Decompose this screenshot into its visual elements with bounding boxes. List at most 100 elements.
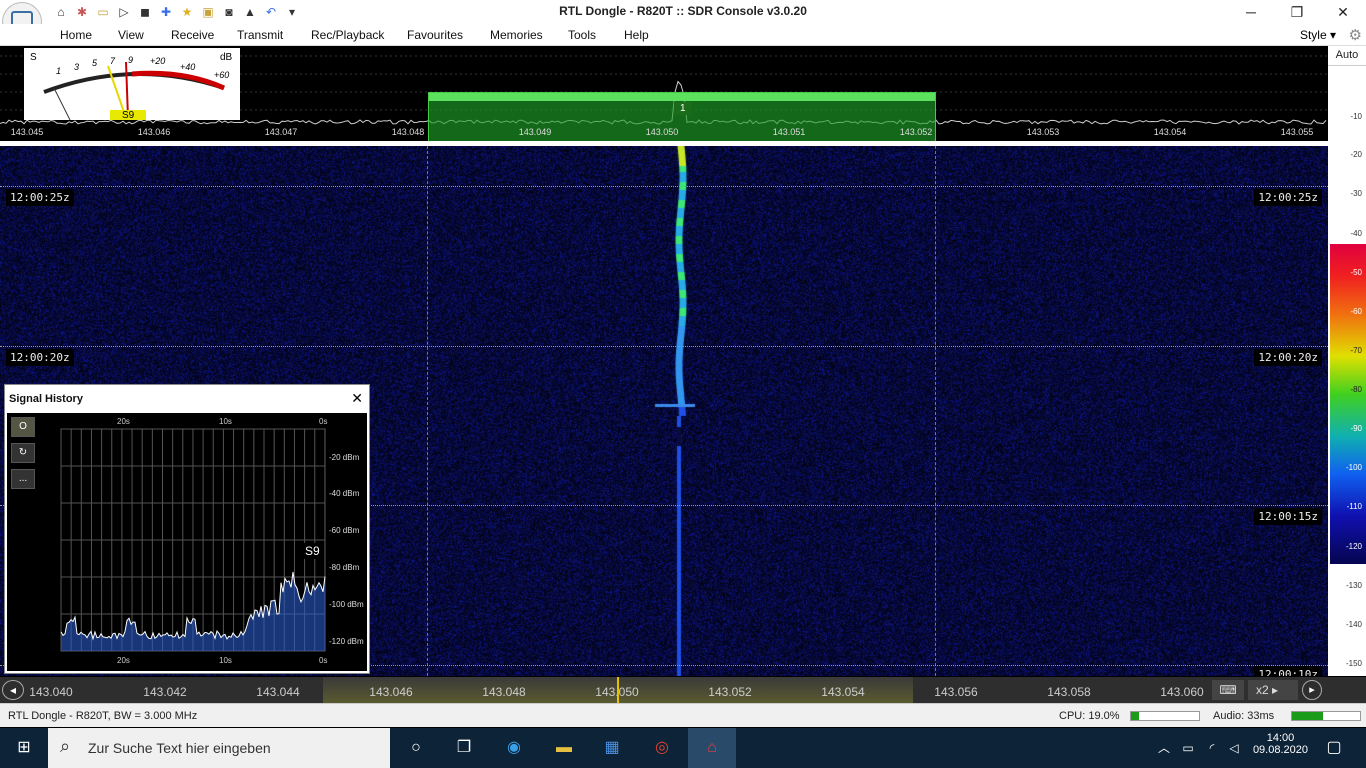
db-label: -40 [1328,229,1366,238]
db-label: -120 [1328,542,1366,551]
timestamp-right: 12:00:15z [1254,508,1322,525]
wifi-icon[interactable]: ◜ [1200,736,1224,760]
signal-history-graph [7,413,367,671]
freq-tick: 143.054 [1154,127,1187,137]
style-menu[interactable]: Style ▾ [1300,28,1336,42]
tuning-freq: 143.060 [1160,685,1203,699]
menu-transmit[interactable]: Transmit [237,28,283,42]
scroll-right-button[interactable]: ▸ [1302,680,1322,700]
s-scale-5: 5 [92,58,97,68]
db-label: -90 [1328,424,1366,433]
db-label: -110 [1328,502,1366,511]
db-label: -140 [1328,620,1366,629]
zoom-button[interactable]: x2 ▸ [1248,680,1298,700]
spectrum-frequency-axis: 143.045 143.046 143.047 143.048 143.049 … [0,126,1328,140]
menu-view[interactable]: View [118,28,144,42]
db-label: -20 [1328,150,1366,159]
scroll-left-button[interactable]: ◂ [2,680,24,700]
dbm-tick: -120 dBm [329,637,364,646]
battery-icon[interactable]: ▭ [1176,736,1200,760]
volume-muted-icon[interactable]: ◁ [1222,736,1246,760]
timestamp-right: 12:00:25z [1254,189,1322,206]
restore-button[interactable]: ❐ [1274,0,1320,24]
tuning-freq: 143.048 [482,685,525,699]
dbm-tick: -80 dBm [329,563,359,572]
tuning-freq: 143.044 [256,685,299,699]
chrome-icon[interactable]: ◎ [650,736,674,760]
tuning-freq: 143.052 [708,685,751,699]
db-label: -70 [1328,346,1366,355]
dbm-tick: -40 dBm [329,489,359,498]
passband-number: 1 [674,102,692,115]
close-button[interactable]: ✕ [1320,0,1366,24]
freq-tick: 143.051 [773,127,806,137]
time-tick: 0s [319,656,327,665]
time-tick: 10s [219,417,232,426]
windows-start-icon[interactable]: ⊞ [12,736,36,760]
cortana-icon[interactable]: ○ [404,736,428,760]
signal-history-panel: Signal History ✕ O ↻ ... 20s 10s 0s 20s … [4,384,370,674]
db-label: -10 [1328,112,1366,121]
dbm-tick: -100 dBm [329,600,364,609]
minimize-button[interactable]: ─ [1228,0,1274,24]
audio-meter-fill [1292,712,1323,720]
passband-edge-right [935,146,936,676]
search-placeholder: Zur Suche Text hier eingeben [88,740,271,756]
s-scale-9: 9 [128,55,133,65]
search-icon: ⌕ [60,736,70,757]
tuning-freq: 143.040 [29,685,72,699]
dbm-tick: -60 dBm [329,526,359,535]
db-label: -50 [1328,268,1366,277]
file-explorer-icon[interactable]: ▬ [552,736,576,760]
menu-favourites[interactable]: Favourites [407,28,463,42]
close-icon[interactable]: ✕ [351,390,363,407]
time-tick: 10s [219,656,232,665]
cpu-status: CPU: 19.0% [1059,710,1120,722]
s-meter: S dB 1 3 5 7 9 +20 +40 +60 S9 [24,48,240,120]
tuning-bar[interactable]: ◂ 143.040 143.042 143.044 143.046 143.04… [0,677,1366,703]
store-icon[interactable]: ▦ [600,736,624,760]
freq-tick: 143.052 [900,127,933,137]
tuning-freq: 143.054 [821,685,864,699]
tuning-freq: 143.058 [1047,685,1090,699]
color-scale-bar [1330,244,1366,564]
db-label: -30 [1328,189,1366,198]
menu-rec-playback[interactable]: Rec/Playback [311,28,384,42]
timestamp-right: 12:00:20z [1254,349,1322,366]
keyboard-icon[interactable]: ⌨ [1212,680,1244,700]
menu-memories[interactable]: Memories [490,28,543,42]
menu-receive[interactable]: Receive [171,28,214,42]
time-tick: 20s [117,656,130,665]
auto-scale-button[interactable]: Auto [1328,49,1366,66]
freq-tick: 143.046 [138,127,171,137]
passband-edge-left [427,146,428,676]
clock-time: 14:00 [1253,732,1308,744]
notifications-icon[interactable]: ▢ [1322,736,1346,760]
cpu-meter-fill [1131,712,1139,720]
db-label: -80 [1328,385,1366,394]
time-tick: 20s [117,417,130,426]
edge-icon[interactable]: ◉ [502,736,526,760]
gear-icon[interactable]: ⚙ [1349,26,1362,44]
menu-tools[interactable]: Tools [568,28,596,42]
audio-meter [1291,711,1361,721]
db-label: -60 [1328,307,1366,316]
menu-home[interactable]: Home [60,28,92,42]
s-scale-7: 7 [110,56,115,66]
db-label: -150 [1328,659,1366,668]
s-label: S [30,52,37,63]
freq-tick: 143.049 [519,127,552,137]
sdr-console-taskbar-item[interactable]: ⌂ [688,728,736,768]
task-view-icon[interactable]: ❐ [452,736,476,760]
taskbar-clock[interactable]: 14:00 09.08.2020 [1253,732,1308,756]
db-label: -130 [1328,581,1366,590]
clock-date: 09.08.2020 [1253,744,1308,756]
chevron-up-icon[interactable]: ︿ [1152,736,1176,760]
style-label: Style [1300,28,1327,42]
tuning-freq: 143.050 [595,685,638,699]
freq-tick: 143.053 [1027,127,1060,137]
taskbar-search[interactable]: ⌕ Zur Suche Text hier eingeben [48,728,390,768]
menu-help[interactable]: Help [624,28,649,42]
freq-tick: 143.055 [1281,127,1314,137]
s-reading: S9 [303,543,322,559]
